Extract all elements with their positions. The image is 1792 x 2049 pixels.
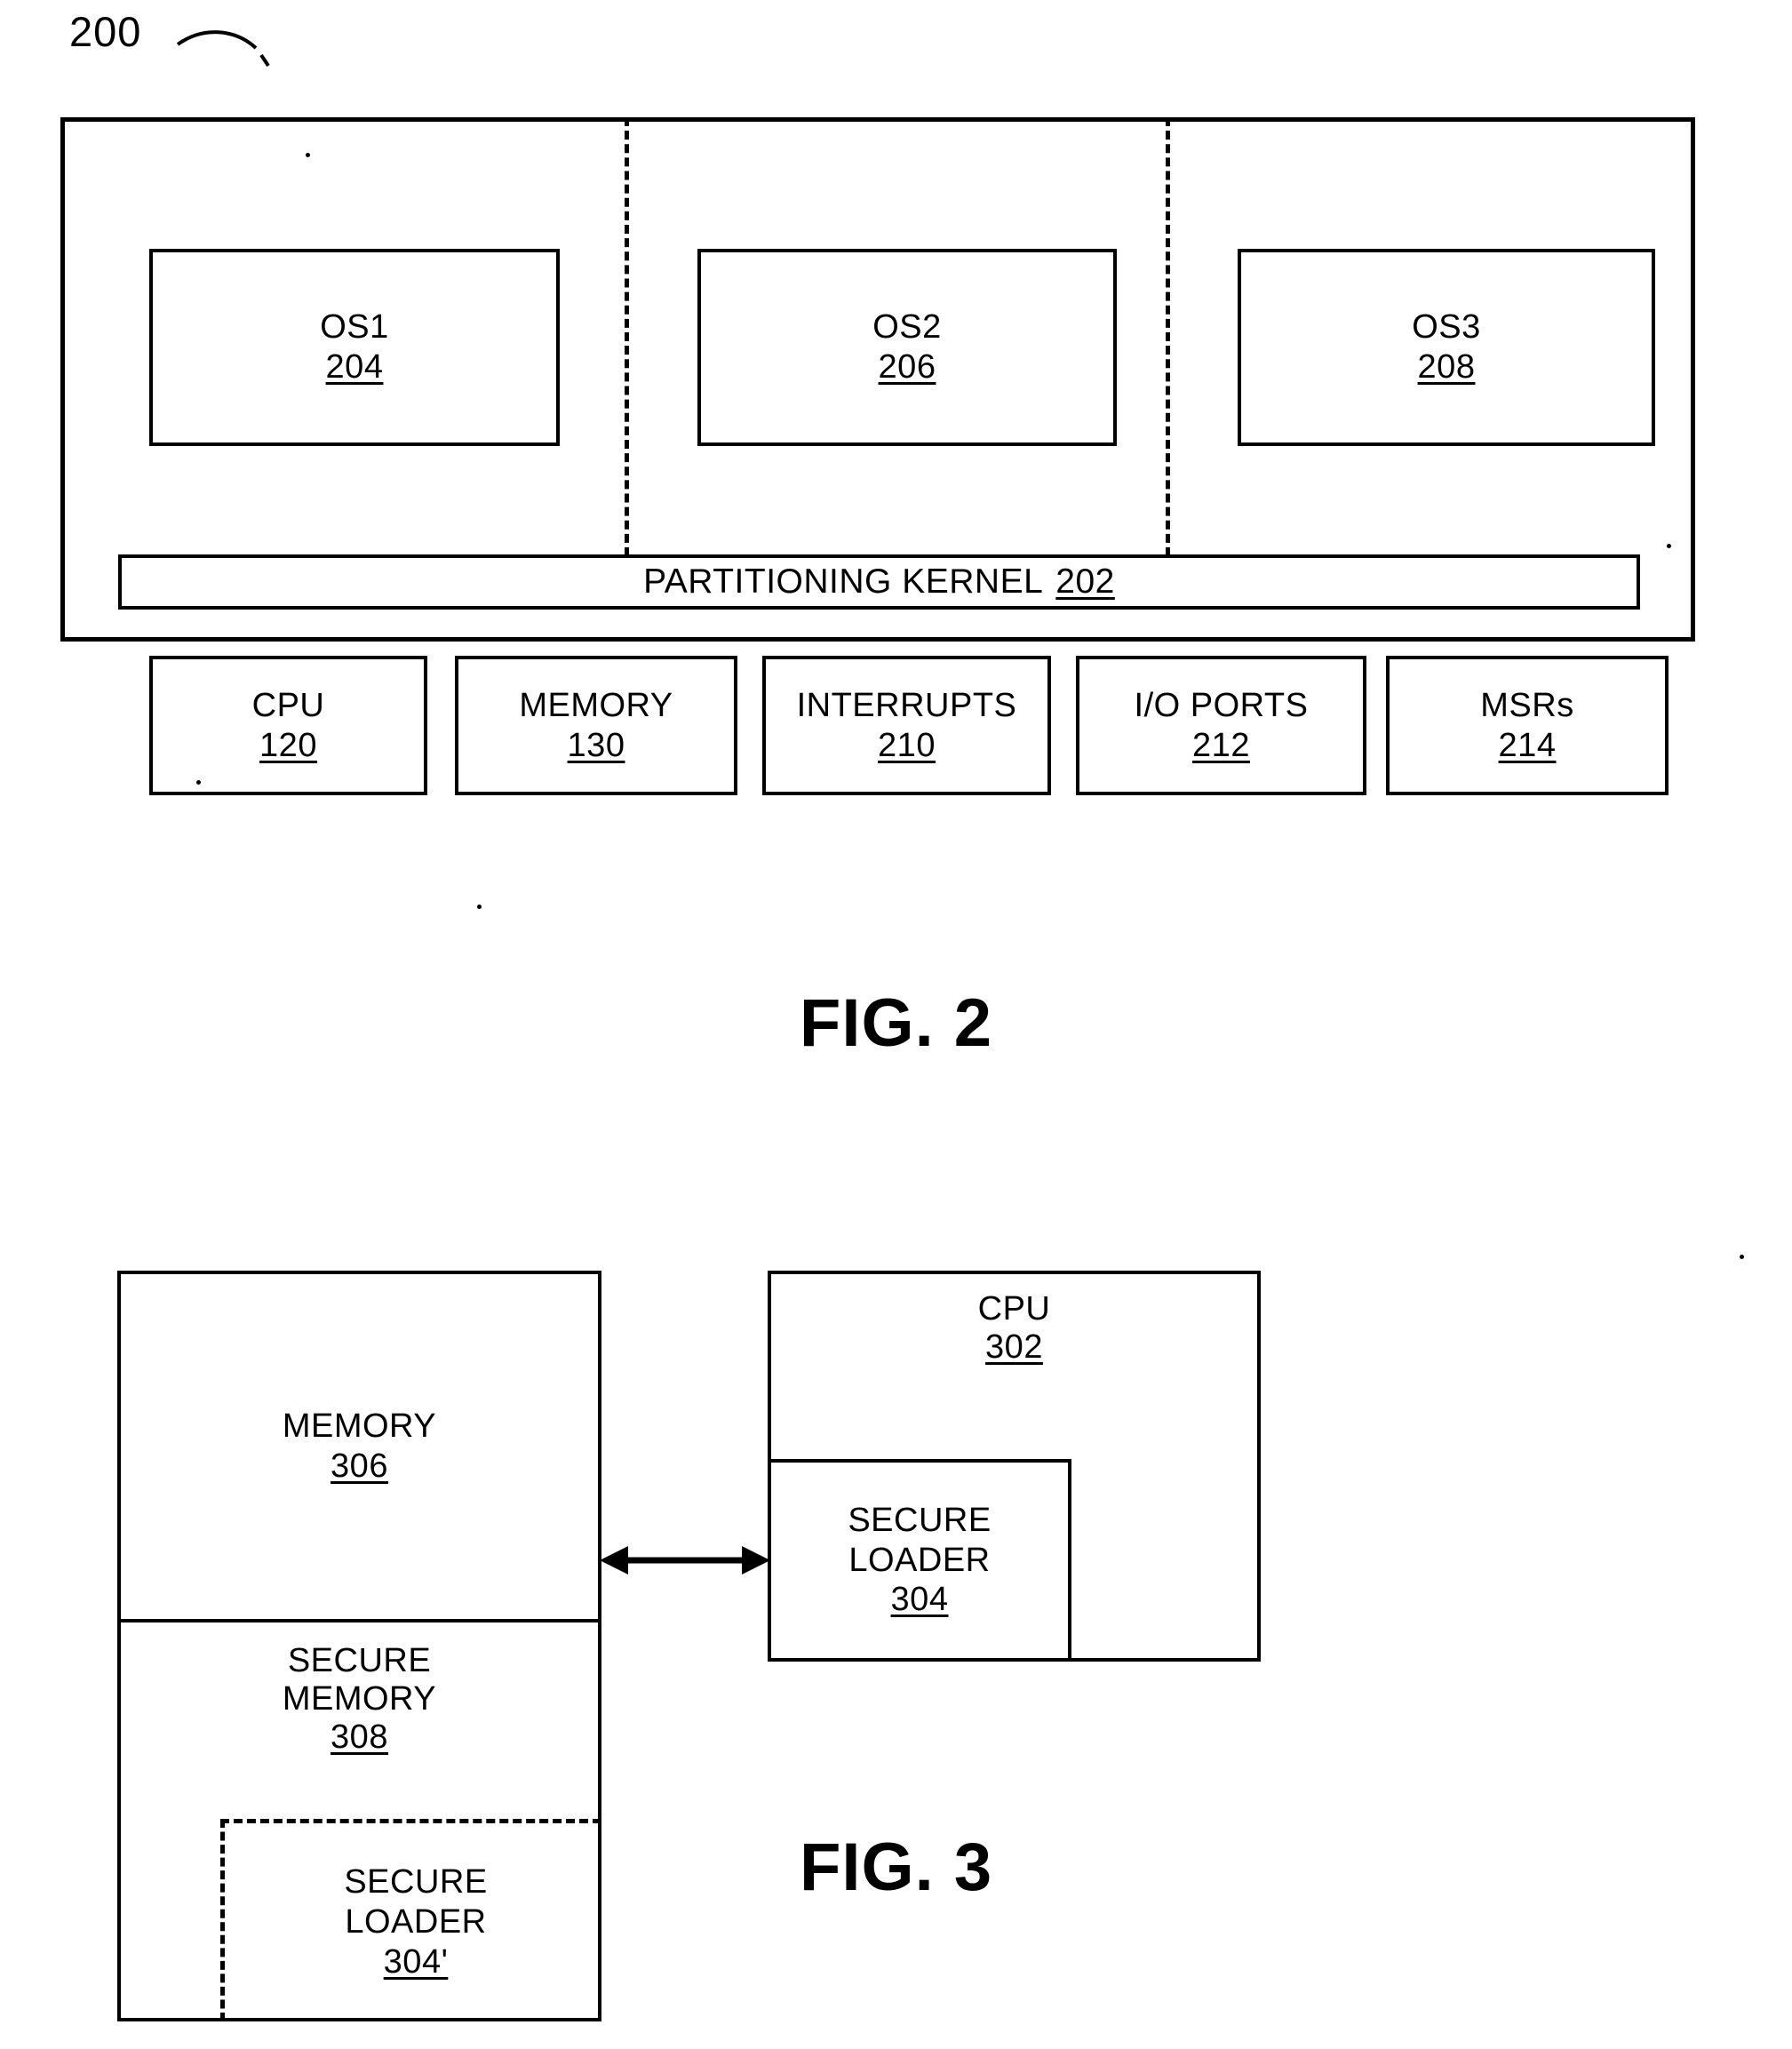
secure-memory-region: SECURE MEMORY 308 SECURE LOADER 304': [121, 1622, 601, 2021]
scan-speck: [477, 905, 482, 909]
os1-ref: 204: [325, 348, 384, 386]
memory-region: MEMORY 306: [121, 1274, 598, 1622]
partitioning-kernel-bar: PARTITIONING KERNEL 202: [118, 554, 1640, 610]
os1-label: OS1: [320, 308, 389, 347]
memory-cpu-bidirectional-arrow-icon: [600, 1546, 770, 1575]
figure-callout-200: 200: [69, 8, 142, 55]
os2-box: OS2 206: [697, 249, 1117, 446]
fig3-caption: FIG. 3: [800, 1830, 993, 1905]
resource-io-ports-ref: 212: [1192, 726, 1250, 764]
memory-container: MEMORY 306 SECURE MEMORY 308 SECURE LOAD…: [117, 1271, 601, 2021]
partition-divider-2: [1166, 117, 1170, 556]
resource-interrupts-ref: 210: [878, 726, 936, 764]
cpu-text: CPU 302: [771, 1290, 1257, 1367]
secure-loader-cpu-label-line1: SECURE: [848, 1501, 992, 1539]
partitioning-kernel-ref: 202: [1055, 562, 1115, 601]
callout-leader-line-icon: [176, 30, 270, 68]
secure-memory-text: SECURE MEMORY 308: [121, 1642, 598, 1757]
os2-ref: 206: [878, 348, 936, 386]
scan-speck: [1667, 544, 1671, 548]
cpu-container: CPU 302 SECURE LOADER 304: [768, 1271, 1261, 1662]
resource-io-ports-label: I/O PORTS: [1134, 686, 1309, 724]
secure-memory-label-line2: MEMORY: [282, 1680, 437, 1718]
scan-speck: [1740, 1255, 1744, 1259]
resource-cpu-label: CPU: [251, 686, 325, 724]
secure-loader-in-memory-box: SECURE LOADER 304': [220, 1819, 601, 2021]
secure-memory-ref: 308: [331, 1718, 388, 1756]
resource-box-msrs: MSRs 214: [1386, 656, 1669, 795]
secure-loader-in-cpu-box: SECURE LOADER 304: [768, 1459, 1071, 1662]
os3-label: OS3: [1412, 308, 1481, 347]
resource-msrs-ref: 214: [1498, 726, 1557, 764]
resource-box-cpu: CPU 120: [149, 656, 427, 795]
secure-loader-memory-ref: 304': [383, 1942, 449, 1981]
resource-box-memory: MEMORY 130: [455, 656, 737, 795]
memory-ref: 306: [331, 1447, 388, 1485]
resource-memory-label: MEMORY: [519, 686, 673, 724]
secure-memory-label-line1: SECURE: [287, 1642, 432, 1679]
partitioning-kernel-label: PARTITIONING KERNEL: [643, 562, 1044, 601]
os3-ref: 208: [1417, 348, 1476, 386]
resource-msrs-label: MSRs: [1480, 686, 1574, 724]
secure-loader-cpu-ref: 304: [890, 1581, 949, 1619]
patent-figure-sheet: 200 OS1 204 OS2 206 OS3 208 PARTITIONING…: [0, 0, 1792, 2049]
scan-speck: [196, 780, 201, 785]
secure-loader-memory-label-line1: SECURE: [344, 1863, 488, 1902]
scan-speck: [306, 153, 310, 157]
fig2-caption: FIG. 2: [799, 985, 993, 1061]
resource-memory-ref: 130: [567, 726, 625, 764]
resource-box-interrupts: INTERRUPTS 210: [762, 656, 1051, 795]
secure-loader-cpu-label-line2: LOADER: [848, 1541, 991, 1579]
partition-divider-1: [625, 117, 629, 556]
cpu-label: CPU: [977, 1290, 1051, 1327]
os2-label: OS2: [872, 308, 942, 347]
secure-loader-memory-label-line2: LOADER: [345, 1903, 487, 1941]
cpu-ref: 302: [985, 1328, 1043, 1366]
resource-box-io-ports: I/O PORTS 212: [1076, 656, 1366, 795]
resource-cpu-ref: 120: [259, 726, 317, 764]
resource-interrupts-label: INTERRUPTS: [796, 686, 1017, 724]
os1-box: OS1 204: [149, 249, 560, 446]
memory-label: MEMORY: [282, 1407, 437, 1446]
os3-box: OS3 208: [1238, 249, 1655, 446]
